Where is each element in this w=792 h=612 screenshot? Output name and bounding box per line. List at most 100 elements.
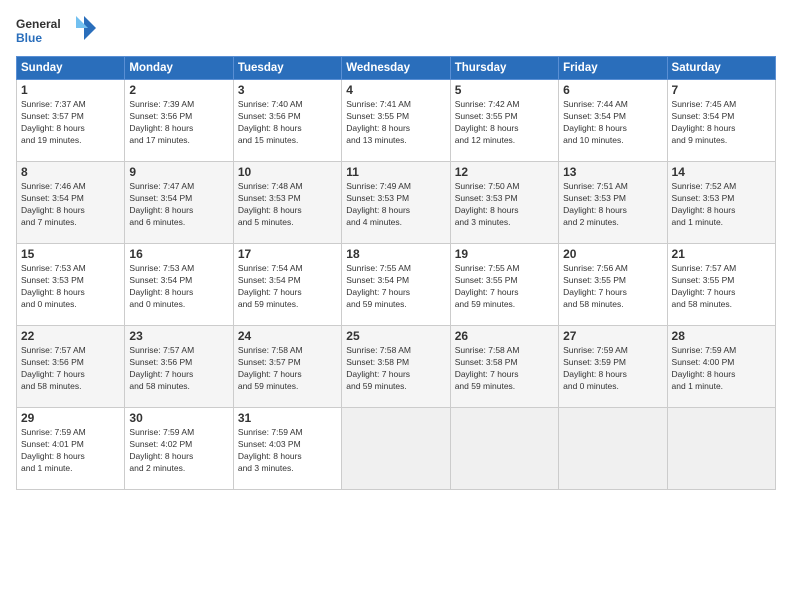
calendar-cell: 3 Sunrise: 7:40 AM Sunset: 3:56 PM Daylig…: [233, 80, 341, 162]
calendar-cell: 17 Sunrise: 7:54 AM Sunset: 3:54 PM Dayli…: [233, 244, 341, 326]
day-info: Sunrise: 7:59 AM Sunset: 4:00 PM Dayligh…: [672, 345, 771, 393]
day-info: Sunrise: 7:57 AM Sunset: 3:56 PM Dayligh…: [129, 345, 228, 393]
calendar-cell: 4 Sunrise: 7:41 AM Sunset: 3:55 PM Daylig…: [342, 80, 450, 162]
calendar-cell: 10Sunrise: 7:48 AM Sunset: 3:53 PM Dayli…: [233, 162, 341, 244]
calendar-cell: 25Sunrise: 7:58 AM Sunset: 3:58 PM Dayli…: [342, 326, 450, 408]
day-info: Sunrise: 7:48 AM Sunset: 3:53 PM Dayligh…: [238, 181, 337, 229]
logo-icon: General Blue: [16, 12, 96, 48]
header: General Blue: [16, 12, 776, 48]
day-number: 21: [672, 247, 771, 261]
weekday-header-saturday: Saturday: [667, 57, 775, 80]
weekday-header-row: SundayMondayTuesdayWednesdayThursdayFrid…: [17, 57, 776, 80]
day-info: Sunrise: 7:57 AM Sunset: 3:56 PM Dayligh…: [21, 345, 120, 393]
day-number: 1: [21, 83, 120, 97]
day-number: 6: [563, 83, 662, 97]
day-info: Sunrise: 7:53 AM Sunset: 3:53 PM Dayligh…: [21, 263, 120, 311]
calendar-cell: 30 Sunrise: 7:59 AM Sunset: 4:02 PM Dayli…: [125, 408, 233, 490]
weekday-header-sunday: Sunday: [17, 57, 125, 80]
weekday-header-tuesday: Tuesday: [233, 57, 341, 80]
day-number: 27: [563, 329, 662, 343]
day-info: Sunrise: 7:44 AM Sunset: 3:54 PM Dayligh…: [563, 99, 662, 147]
calendar-cell: 14 Sunrise: 7:52 AM Sunset: 3:53 PM Dayli…: [667, 162, 775, 244]
day-number: 26: [455, 329, 554, 343]
calendar-cell: 8Sunrise: 7:46 AM Sunset: 3:54 PM Daylig…: [17, 162, 125, 244]
page-container: General Blue SundayMondayTuesdayWednesda…: [0, 0, 792, 498]
day-info: Sunrise: 7:41 AM Sunset: 3:55 PM Dayligh…: [346, 99, 445, 147]
day-info: Sunrise: 7:39 AM Sunset: 3:56 PM Dayligh…: [129, 99, 228, 147]
day-info: Sunrise: 7:37 AM Sunset: 3:57 PM Dayligh…: [21, 99, 120, 147]
day-number: 16: [129, 247, 228, 261]
day-number: 3: [238, 83, 337, 97]
day-number: 28: [672, 329, 771, 343]
calendar-cell: 29Sunrise: 7:59 AM Sunset: 4:01 PM Dayli…: [17, 408, 125, 490]
day-number: 13: [563, 165, 662, 179]
day-number: 24: [238, 329, 337, 343]
calendar-week-5: 29Sunrise: 7:59 AM Sunset: 4:01 PM Dayli…: [17, 408, 776, 490]
calendar-cell: 21 Sunrise: 7:57 AM Sunset: 3:55 PM Dayli…: [667, 244, 775, 326]
day-info: Sunrise: 7:40 AM Sunset: 3:56 PM Dayligh…: [238, 99, 337, 147]
calendar-cell: 2 Sunrise: 7:39 AM Sunset: 3:56 PM Daylig…: [125, 80, 233, 162]
day-number: 8: [21, 165, 120, 179]
day-number: 7: [672, 83, 771, 97]
day-number: 4: [346, 83, 445, 97]
day-info: Sunrise: 7:59 AM Sunset: 3:59 PM Dayligh…: [563, 345, 662, 393]
day-info: Sunrise: 7:42 AM Sunset: 3:55 PM Dayligh…: [455, 99, 554, 147]
calendar-week-4: 22Sunrise: 7:57 AM Sunset: 3:56 PM Dayli…: [17, 326, 776, 408]
calendar-cell: 7 Sunrise: 7:45 AM Sunset: 3:54 PM Daylig…: [667, 80, 775, 162]
calendar-cell: 9 Sunrise: 7:47 AM Sunset: 3:54 PM Daylig…: [125, 162, 233, 244]
day-number: 23: [129, 329, 228, 343]
svg-text:Blue: Blue: [16, 31, 42, 45]
day-info: Sunrise: 7:58 AM Sunset: 3:57 PM Dayligh…: [238, 345, 337, 393]
calendar-cell: 27 Sunrise: 7:59 AM Sunset: 3:59 PM Dayli…: [559, 326, 667, 408]
day-number: 15: [21, 247, 120, 261]
day-info: Sunrise: 7:52 AM Sunset: 3:53 PM Dayligh…: [672, 181, 771, 229]
calendar-cell: 16Sunrise: 7:53 AM Sunset: 3:54 PM Dayli…: [125, 244, 233, 326]
day-number: 20: [563, 247, 662, 261]
calendar-cell: 5Sunrise: 7:42 AM Sunset: 3:55 PM Daylig…: [450, 80, 558, 162]
day-number: 30: [129, 411, 228, 425]
weekday-header-friday: Friday: [559, 57, 667, 80]
day-info: Sunrise: 7:59 AM Sunset: 4:02 PM Dayligh…: [129, 427, 228, 475]
calendar-cell: [342, 408, 450, 490]
weekday-header-monday: Monday: [125, 57, 233, 80]
calendar-cell: 6 Sunrise: 7:44 AM Sunset: 3:54 PM Daylig…: [559, 80, 667, 162]
calendar-cell: 26 Sunrise: 7:58 AM Sunset: 3:58 PM Dayli…: [450, 326, 558, 408]
day-number: 18: [346, 247, 445, 261]
day-number: 9: [129, 165, 228, 179]
calendar-cell: [667, 408, 775, 490]
calendar-week-1: 1 Sunrise: 7:37 AM Sunset: 3:57 PM Daylig…: [17, 80, 776, 162]
day-number: 19: [455, 247, 554, 261]
calendar-cell: [559, 408, 667, 490]
calendar-cell: 11 Sunrise: 7:49 AM Sunset: 3:53 PM Dayli…: [342, 162, 450, 244]
day-number: 17: [238, 247, 337, 261]
day-info: Sunrise: 7:54 AM Sunset: 3:54 PM Dayligh…: [238, 263, 337, 311]
day-info: Sunrise: 7:55 AM Sunset: 3:54 PM Dayligh…: [346, 263, 445, 311]
day-info: Sunrise: 7:47 AM Sunset: 3:54 PM Dayligh…: [129, 181, 228, 229]
calendar-cell: 13 Sunrise: 7:51 AM Sunset: 3:53 PM Dayli…: [559, 162, 667, 244]
day-number: 31: [238, 411, 337, 425]
day-info: Sunrise: 7:59 AM Sunset: 4:03 PM Dayligh…: [238, 427, 337, 475]
calendar-cell: 1 Sunrise: 7:37 AM Sunset: 3:57 PM Daylig…: [17, 80, 125, 162]
day-number: 11: [346, 165, 445, 179]
calendar-week-3: 15 Sunrise: 7:53 AM Sunset: 3:53 PM Dayli…: [17, 244, 776, 326]
calendar-cell: [450, 408, 558, 490]
day-number: 2: [129, 83, 228, 97]
calendar-cell: 23 Sunrise: 7:57 AM Sunset: 3:56 PM Dayli…: [125, 326, 233, 408]
calendar-cell: 15 Sunrise: 7:53 AM Sunset: 3:53 PM Dayli…: [17, 244, 125, 326]
day-info: Sunrise: 7:55 AM Sunset: 3:55 PM Dayligh…: [455, 263, 554, 311]
calendar-cell: 22Sunrise: 7:57 AM Sunset: 3:56 PM Dayli…: [17, 326, 125, 408]
day-number: 12: [455, 165, 554, 179]
calendar-cell: 24 Sunrise: 7:58 AM Sunset: 3:57 PM Dayli…: [233, 326, 341, 408]
day-info: Sunrise: 7:57 AM Sunset: 3:55 PM Dayligh…: [672, 263, 771, 311]
calendar-cell: 31 Sunrise: 7:59 AM Sunset: 4:03 PM Dayli…: [233, 408, 341, 490]
day-info: Sunrise: 7:58 AM Sunset: 3:58 PM Dayligh…: [455, 345, 554, 393]
calendar-cell: 28 Sunrise: 7:59 AM Sunset: 4:00 PM Dayli…: [667, 326, 775, 408]
day-number: 14: [672, 165, 771, 179]
weekday-header-thursday: Thursday: [450, 57, 558, 80]
day-info: Sunrise: 7:51 AM Sunset: 3:53 PM Dayligh…: [563, 181, 662, 229]
day-info: Sunrise: 7:45 AM Sunset: 3:54 PM Dayligh…: [672, 99, 771, 147]
calendar-week-2: 8Sunrise: 7:46 AM Sunset: 3:54 PM Daylig…: [17, 162, 776, 244]
day-info: Sunrise: 7:49 AM Sunset: 3:53 PM Dayligh…: [346, 181, 445, 229]
calendar-cell: 19 Sunrise: 7:55 AM Sunset: 3:55 PM Dayli…: [450, 244, 558, 326]
weekday-header-wednesday: Wednesday: [342, 57, 450, 80]
